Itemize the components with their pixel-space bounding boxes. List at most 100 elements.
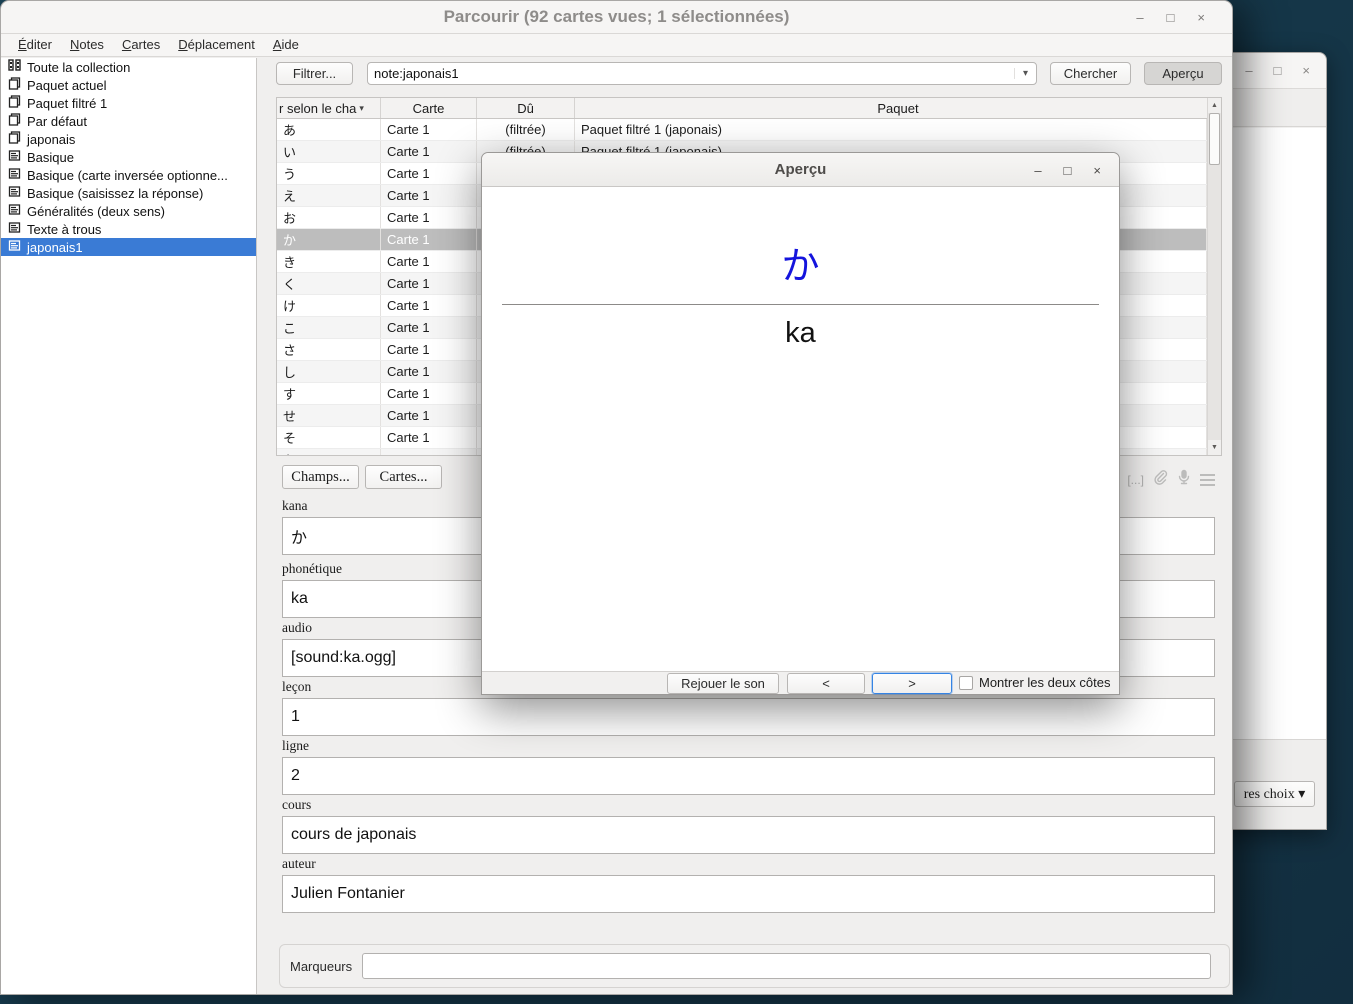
scrollbar-thumb[interactable] bbox=[1209, 113, 1220, 165]
sidebar-item-label: Basique bbox=[27, 150, 74, 165]
fields-button[interactable]: Champs... bbox=[282, 465, 359, 489]
editor-toolbar-icons: [...] bbox=[1103, 469, 1215, 490]
maximize-icon[interactable]: □ bbox=[1167, 10, 1175, 25]
sidebar-item-label: Basique (carte inversée optionne... bbox=[27, 168, 228, 183]
sidebar-item-label: Paquet filtré 1 bbox=[27, 96, 107, 111]
chevron-down-icon[interactable]: ▾ bbox=[1014, 68, 1036, 79]
tags-input[interactable] bbox=[362, 953, 1211, 979]
scrollbar-track[interactable] bbox=[1208, 113, 1221, 440]
desktop: – □ × res choix ▾ Parcourir (92 cartes v… bbox=[0, 0, 1353, 1004]
minimize-icon[interactable]: – bbox=[1034, 163, 1041, 178]
menubar: Éditer Notes Cartes Déplacement Aide bbox=[1, 34, 1232, 57]
close-icon[interactable]: × bbox=[1197, 10, 1205, 25]
deck-icon bbox=[8, 95, 21, 111]
sidebar-item-basique[interactable]: Basique bbox=[1, 148, 256, 166]
deck-icon bbox=[8, 131, 21, 147]
notetype-icon bbox=[8, 221, 21, 237]
field-group-cours: cours cours de japonais bbox=[282, 797, 1215, 854]
close-icon[interactable]: × bbox=[1302, 63, 1310, 78]
menu-edit[interactable]: Éditer bbox=[9, 34, 61, 56]
search-button[interactable]: Chercher bbox=[1050, 62, 1131, 85]
sidebar-item-filtered-deck-1[interactable]: Paquet filtré 1 bbox=[1, 94, 256, 112]
field-input-ligne[interactable]: 2 bbox=[282, 757, 1215, 795]
scroll-down-icon[interactable]: ▼ bbox=[1208, 440, 1221, 455]
sidebar-item-japonais1[interactable]: japonais1 bbox=[1, 238, 256, 256]
sidebar-item-label: japonais bbox=[27, 132, 75, 147]
sidebar: Toute la collection Paquet actuel Paquet… bbox=[1, 58, 257, 994]
search-value: note:japonais1 bbox=[368, 66, 1014, 81]
paperclip-icon[interactable] bbox=[1152, 469, 1168, 490]
menu-help[interactable]: Aide bbox=[264, 34, 308, 56]
preview-dialog: Aperçu – □ × か ka Rejouer le son < > Mon… bbox=[481, 152, 1120, 695]
notetype-icon bbox=[8, 185, 21, 201]
preview-title: Aperçu bbox=[775, 161, 827, 178]
cloze-icon[interactable]: [...] bbox=[1127, 473, 1144, 487]
minimize-icon[interactable]: – bbox=[1245, 63, 1252, 78]
previous-card-button[interactable]: < bbox=[787, 673, 865, 694]
preview-bottombar: Rejouer le son < > Montrer les deux côte… bbox=[482, 671, 1119, 694]
header-due[interactable]: Dû bbox=[477, 98, 575, 118]
maximize-icon[interactable]: □ bbox=[1064, 163, 1072, 178]
sidebar-item-japonais-deck[interactable]: japonais bbox=[1, 130, 256, 148]
collection-icon bbox=[8, 59, 21, 75]
card-divider bbox=[502, 304, 1099, 305]
header-sort-field[interactable]: r selon le cha▾ bbox=[277, 98, 381, 118]
search-input[interactable]: note:japonais1 ▾ bbox=[367, 62, 1037, 85]
field-group-ligne: ligne 2 bbox=[282, 738, 1215, 795]
replay-audio-button[interactable]: Rejouer le son bbox=[667, 673, 779, 694]
sidebar-item-collection[interactable]: Toute la collection bbox=[1, 58, 256, 76]
field-label: auteur bbox=[282, 856, 1215, 872]
sidebar-item-label: Toute la collection bbox=[27, 60, 130, 75]
notetype-icon bbox=[8, 167, 21, 183]
sidebar-item-generalites[interactable]: Généralités (deux sens) bbox=[1, 202, 256, 220]
next-card-button[interactable]: > bbox=[872, 673, 952, 694]
sidebar-item-basique-saisie[interactable]: Basique (saisissez la réponse) bbox=[1, 184, 256, 202]
filter-button[interactable]: Filtrer... bbox=[276, 62, 353, 85]
card-preview: か ka bbox=[482, 188, 1119, 671]
menu-move[interactable]: Déplacement bbox=[169, 34, 264, 56]
close-icon[interactable]: × bbox=[1093, 163, 1101, 178]
preview-titlebar: Aperçu – □ × bbox=[482, 153, 1119, 187]
cards-button[interactable]: Cartes... bbox=[365, 465, 442, 489]
field-input-auteur[interactable]: Julien Fontanier bbox=[282, 875, 1215, 913]
minimize-icon[interactable]: – bbox=[1136, 10, 1143, 25]
menu-notes[interactable]: Notes bbox=[61, 34, 113, 56]
both-sides-checkbox[interactable] bbox=[959, 676, 973, 690]
sidebar-item-label: Paquet actuel bbox=[27, 78, 107, 93]
sidebar-item-default-deck[interactable]: Par défaut bbox=[1, 112, 256, 130]
sidebar-item-basique-inverse[interactable]: Basique (carte inversée optionne... bbox=[1, 166, 256, 184]
field-input-lecon[interactable]: 1 bbox=[282, 698, 1215, 736]
header-deck[interactable]: Paquet bbox=[575, 98, 1221, 118]
scroll-up-icon[interactable]: ▲ bbox=[1208, 98, 1221, 113]
menu-cards[interactable]: Cartes bbox=[113, 34, 169, 56]
sidebar-item-label: Par défaut bbox=[27, 114, 87, 129]
tags-panel: Marqueurs bbox=[279, 944, 1230, 988]
both-sides-label[interactable]: Montrer les deux côtes bbox=[979, 675, 1111, 690]
field-input-cours[interactable]: cours de japonais bbox=[282, 816, 1215, 854]
browse-titlebar: Parcourir (92 cartes vues; 1 sélectionné… bbox=[1, 1, 1232, 34]
sidebar-item-label: Généralités (deux sens) bbox=[27, 204, 165, 219]
notetype-icon bbox=[8, 239, 21, 255]
sidebar-item-current-deck[interactable]: Paquet actuel bbox=[1, 76, 256, 94]
table-row[interactable]: あCarte 1(filtrée)Paquet filtré 1 (japona… bbox=[277, 119, 1207, 141]
card-back-text: ka bbox=[482, 317, 1119, 350]
microphone-icon[interactable] bbox=[1176, 469, 1192, 490]
table-header: r selon le cha▾ Carte Dû Paquet bbox=[277, 98, 1221, 119]
header-card[interactable]: Carte bbox=[381, 98, 477, 118]
sort-arrow-icon: ▾ bbox=[359, 103, 364, 114]
notetype-icon bbox=[8, 203, 21, 219]
more-options-button[interactable]: res choix ▾ bbox=[1234, 781, 1315, 807]
sidebar-item-label: Texte à trous bbox=[27, 222, 101, 237]
preview-button[interactable]: Aperçu bbox=[1144, 62, 1222, 85]
field-group-auteur: auteur Julien Fontanier bbox=[282, 856, 1215, 913]
hamburger-menu-icon[interactable] bbox=[1200, 474, 1215, 486]
table-scrollbar[interactable]: ▲ ▼ bbox=[1207, 98, 1221, 455]
deck-icon bbox=[8, 77, 21, 93]
tags-label: Marqueurs bbox=[290, 959, 352, 974]
sidebar-item-texte-a-trous[interactable]: Texte à trous bbox=[1, 220, 256, 238]
sidebar-item-label: japonais1 bbox=[27, 240, 83, 255]
notetype-icon bbox=[8, 149, 21, 165]
window-title: Parcourir (92 cartes vues; 1 sélectionné… bbox=[444, 7, 790, 27]
card-front-text: か bbox=[482, 235, 1119, 290]
maximize-icon[interactable]: □ bbox=[1274, 63, 1282, 78]
